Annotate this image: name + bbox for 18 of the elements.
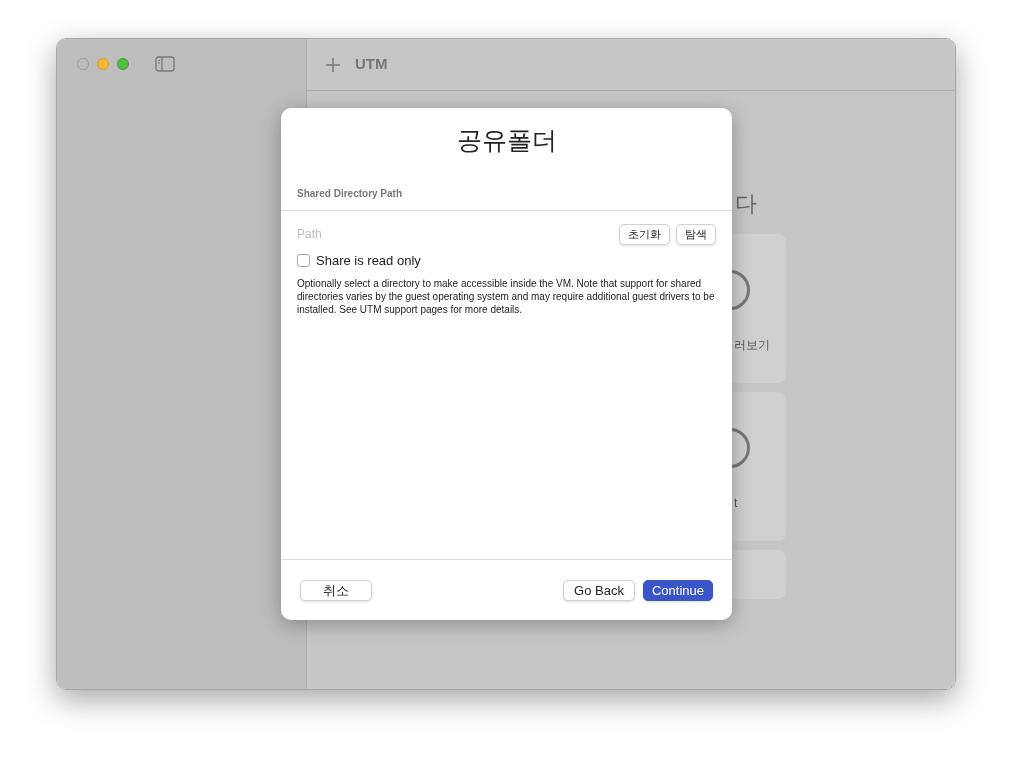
checkbox-label: Share is read only: [316, 251, 421, 270]
browse-button[interactable]: 탐색: [676, 223, 716, 245]
sidebar-toggle-icon[interactable]: [155, 56, 175, 72]
read-only-checkbox[interactable]: [297, 253, 310, 267]
card-label: t: [734, 495, 738, 512]
toolbar-title: UTM: [355, 54, 388, 75]
section-header: Shared Directory Path: [297, 187, 403, 199]
minimize-icon[interactable]: [97, 58, 109, 70]
path-field[interactable]: Path: [297, 225, 613, 243]
cancel-button[interactable]: 취소: [300, 579, 372, 601]
reset-button[interactable]: 초기화: [619, 223, 670, 245]
card-label: 러보기: [734, 337, 770, 354]
plus-icon[interactable]: [325, 56, 341, 73]
dialog-title: 공유폴더: [456, 125, 557, 156]
continue-button[interactable]: Continue: [642, 579, 713, 601]
zoom-icon[interactable]: [117, 58, 129, 70]
welcome-heading: 다: [735, 191, 757, 216]
back-button[interactable]: Go Back: [563, 579, 635, 601]
